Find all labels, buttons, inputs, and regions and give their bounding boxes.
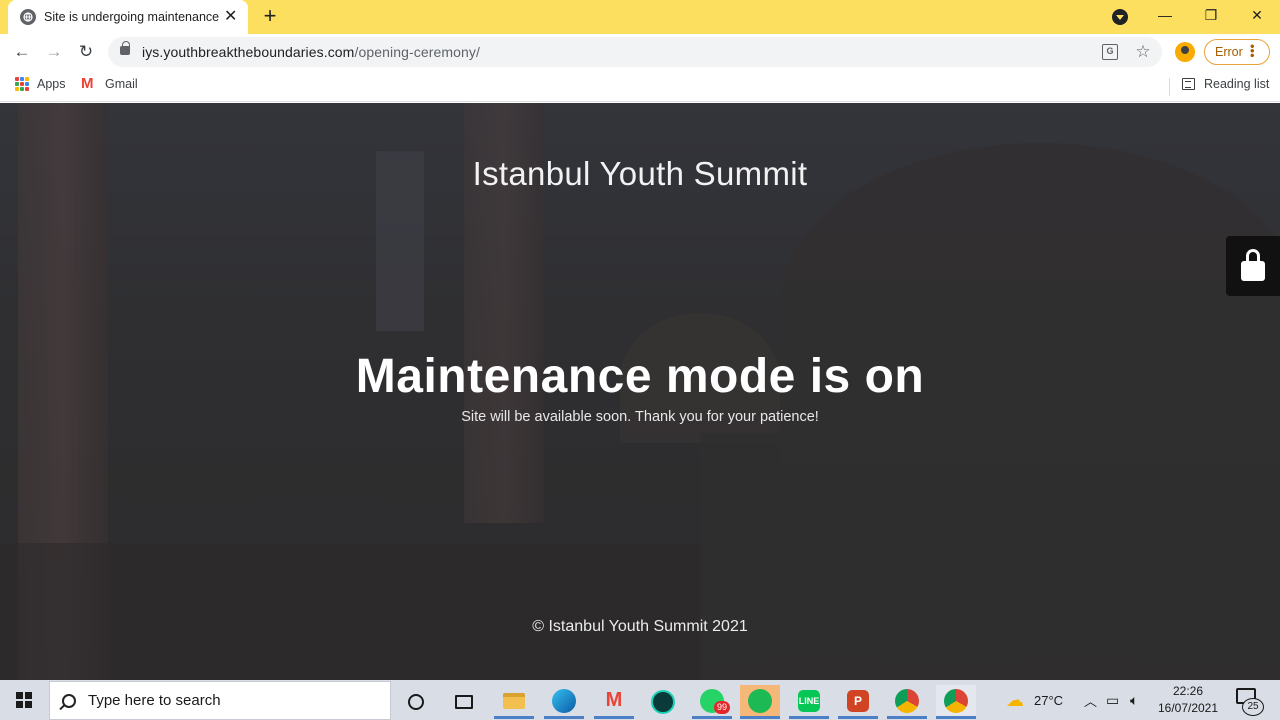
gitkraken-icon[interactable] bbox=[643, 685, 683, 719]
apps-grid-icon bbox=[15, 77, 29, 91]
windows-taskbar: Type here to search M 99 LINE P ☁ 27°C ︿… bbox=[0, 680, 1280, 720]
bookmarks-divider bbox=[1169, 78, 1170, 96]
close-tab-icon[interactable]: ✕ bbox=[224, 9, 237, 25]
volume-icon[interactable]: 🔈︎ bbox=[1130, 680, 1138, 720]
more-menu-icon[interactable]: ••• bbox=[1244, 44, 1260, 58]
taskbar-search-placeholder: Type here to search bbox=[88, 692, 221, 709]
url-path: /opening-ceremony/ bbox=[354, 44, 480, 60]
battery-icon[interactable]: ▭ bbox=[1106, 680, 1119, 720]
chrome-icon[interactable] bbox=[887, 685, 927, 719]
footer-copyright: © Istanbul Youth Summit 2021 bbox=[532, 618, 748, 635]
clock-date: 16/07/2021 bbox=[1157, 701, 1219, 715]
address-bar[interactable]: iys.youthbreaktheboundaries.com/opening-… bbox=[108, 37, 1162, 67]
line-icon[interactable]: LINE bbox=[789, 685, 829, 719]
show-hidden-icons-button[interactable]: ︿ bbox=[1084, 680, 1097, 720]
maintenance-page: Istanbul Youth Summit Maintenance mode i… bbox=[0, 103, 1280, 680]
chrome-profile-icon[interactable] bbox=[936, 685, 976, 719]
taskbar-clock[interactable]: 22:26 16/07/2021 bbox=[1150, 683, 1226, 717]
bookmark-apps-label: Apps bbox=[37, 77, 66, 91]
reading-list-label: Reading list bbox=[1204, 77, 1270, 91]
restore-button[interactable]: ❐ bbox=[1188, 0, 1234, 30]
chevron-up-icon: ︿ bbox=[1084, 693, 1098, 709]
url-text[interactable]: iys.youthbreaktheboundaries.com/opening-… bbox=[142, 44, 480, 60]
taskbar-search-box[interactable]: Type here to search bbox=[49, 681, 391, 720]
file-explorer-icon[interactable] bbox=[494, 685, 534, 719]
spotify-icon[interactable] bbox=[740, 685, 780, 719]
bookmark-star-icon[interactable]: ☆ bbox=[1134, 43, 1152, 61]
maintenance-headline: Maintenance mode is on bbox=[355, 350, 925, 403]
browser-tab[interactable]: Site is undergoing maintenance ✕ bbox=[8, 0, 248, 34]
bookmark-gmail[interactable]: Gmail bbox=[81, 75, 138, 92]
error-button[interactable]: Error ••• bbox=[1204, 39, 1270, 65]
task-view-icon[interactable] bbox=[444, 685, 484, 719]
globe-icon bbox=[20, 9, 36, 25]
gmail-icon[interactable]: M bbox=[594, 685, 634, 719]
whatsapp-icon[interactable]: 99 bbox=[692, 685, 732, 719]
browser-toolbar: ← → ↻ iys.youthbreaktheboundaries.com/op… bbox=[0, 34, 1280, 70]
start-button[interactable] bbox=[0, 680, 48, 720]
forward-button[interactable]: → bbox=[42, 40, 66, 64]
weather-temperature: 27°C bbox=[1034, 692, 1064, 708]
lock-icon bbox=[1241, 249, 1265, 281]
close-window-button[interactable]: ✕ bbox=[1234, 0, 1280, 30]
tab-search-icon[interactable] bbox=[1112, 9, 1128, 25]
back-button[interactable]: ← bbox=[10, 40, 34, 64]
translate-icon[interactable]: G bbox=[1102, 44, 1118, 60]
windows-logo-icon bbox=[16, 692, 32, 708]
site-title[interactable]: Istanbul Youth Summit bbox=[0, 155, 1280, 193]
whatsapp-badge: 99 bbox=[714, 701, 730, 714]
error-label: Error bbox=[1215, 45, 1243, 59]
search-icon bbox=[62, 693, 76, 708]
bookmarks-bar: Apps Gmail Reading list bbox=[0, 70, 1280, 102]
minimize-button[interactable]: — bbox=[1142, 0, 1188, 30]
weather-icon: ☁ bbox=[1006, 689, 1024, 710]
reading-list-button[interactable]: Reading list bbox=[1182, 77, 1269, 91]
clock-time: 22:26 bbox=[1172, 684, 1204, 698]
bookmark-gmail-label: Gmail bbox=[105, 77, 138, 91]
login-button[interactable] bbox=[1226, 236, 1280, 296]
gmail-icon bbox=[81, 75, 97, 92]
weather-widget[interactable]: ☁ 27°C bbox=[1006, 680, 1063, 720]
tab-title: Site is undergoing maintenance bbox=[44, 10, 220, 24]
browser-tab-bar: Site is undergoing maintenance ✕ + — ❐ ✕ bbox=[0, 0, 1280, 34]
notification-count-badge: 25 bbox=[1242, 698, 1264, 716]
maintenance-message: Site will be available soon. Thank you f… bbox=[461, 409, 819, 425]
cortana-icon[interactable] bbox=[396, 685, 436, 719]
reading-list-icon bbox=[1182, 78, 1195, 90]
reload-button[interactable]: ↻ bbox=[74, 40, 98, 64]
edge-icon[interactable] bbox=[544, 685, 584, 719]
bookmark-apps[interactable]: Apps bbox=[15, 77, 66, 91]
powerpoint-icon[interactable]: P bbox=[838, 685, 878, 719]
profile-avatar-icon[interactable] bbox=[1175, 42, 1195, 62]
url-host: iys.youthbreaktheboundaries.com bbox=[142, 44, 355, 60]
new-tab-button[interactable]: + bbox=[258, 5, 282, 29]
lock-icon[interactable] bbox=[120, 41, 130, 55]
